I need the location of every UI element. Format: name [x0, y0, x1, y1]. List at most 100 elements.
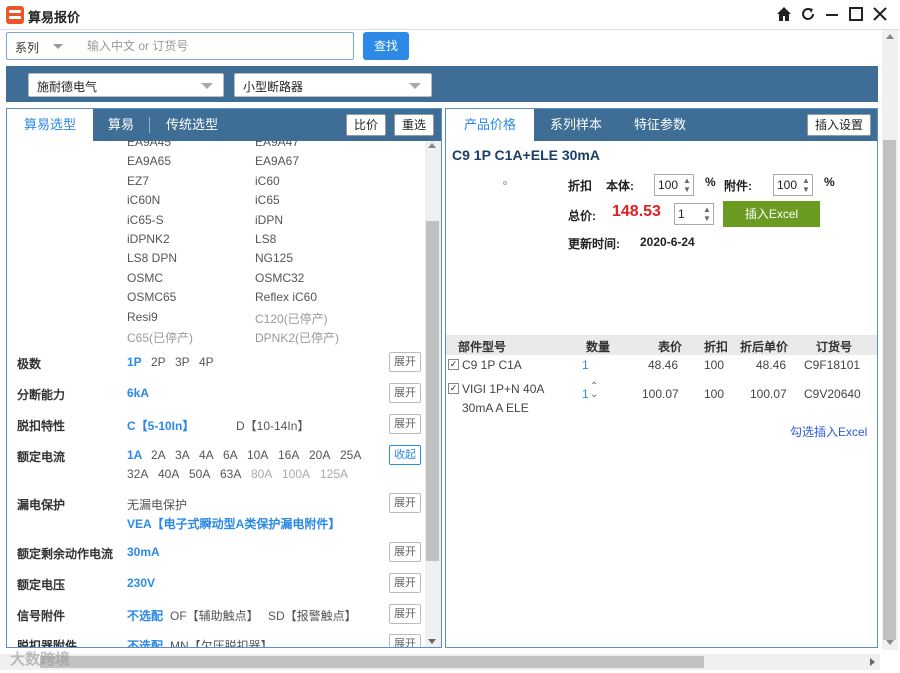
expand-button[interactable]: 展开	[389, 634, 421, 647]
filter-option[interactable]: 不选配	[127, 637, 163, 647]
model-option[interactable]: OSMC32	[255, 271, 304, 285]
filter-option[interactable]: 无漏电保护	[127, 496, 187, 513]
filter-option[interactable]: MN【欠压脱扣器】	[170, 637, 273, 647]
tab-feature-params[interactable]: 特征参数	[618, 109, 702, 141]
filter-option[interactable]: 40A	[158, 467, 179, 481]
expand-button[interactable]: 展开	[389, 573, 421, 593]
filter-option[interactable]: D【10-14In】	[236, 417, 309, 434]
scrollbar-thumb[interactable]	[40, 656, 704, 668]
model-option[interactable]: iC60	[255, 174, 280, 188]
tab-suanyi[interactable]: 算易	[93, 109, 149, 141]
stepper-icon[interactable]: ⌃ ⌄	[590, 382, 598, 400]
reset-button[interactable]: 重选	[394, 114, 434, 136]
model-option[interactable]: OSMC	[127, 271, 163, 285]
model-option[interactable]: EA9A67	[255, 154, 299, 168]
model-option[interactable]: LS8	[255, 232, 276, 246]
series-select[interactable]: 系列	[15, 39, 39, 56]
scroll-up-icon[interactable]	[428, 143, 436, 148]
filter-option[interactable]: 1P	[127, 355, 142, 369]
model-option[interactable]: EA9A65	[127, 154, 171, 168]
filter-option[interactable]: OF【辅助触点】	[170, 607, 259, 624]
model-option[interactable]: Reflex iC60	[255, 290, 317, 304]
home-icon[interactable]	[774, 6, 794, 26]
filter-option[interactable]: 63A	[220, 467, 241, 481]
quantity-stepper[interactable]: 1 ▲ ▼	[674, 203, 714, 225]
maximize-icon[interactable]	[846, 6, 866, 26]
scroll-down-icon[interactable]	[886, 640, 894, 645]
insert-excel-button[interactable]: 插入Excel	[723, 201, 820, 227]
chevron-down-icon[interactable]	[53, 44, 63, 49]
filter-option[interactable]: 3P	[175, 355, 190, 369]
tab-product-price[interactable]: 产品价格	[446, 109, 534, 141]
minimize-icon[interactable]	[822, 6, 842, 26]
row-checkbox[interactable]: ✓	[448, 359, 459, 370]
table-row[interactable]: ✓ VIGI 1P+N 40A 30mA A ELE 1 ⌃ ⌄ 100.07 1…	[446, 377, 877, 417]
expand-button[interactable]: 展开	[389, 493, 421, 513]
scroll-down-icon[interactable]	[428, 639, 436, 644]
model-option[interactable]: DPNK2(已停产)	[255, 329, 339, 345]
model-option[interactable]: NG125	[255, 251, 293, 265]
category-dropdown[interactable]: 小型断路器	[234, 73, 432, 97]
filter-option[interactable]: 4P	[199, 355, 214, 369]
filter-option[interactable]: 6A	[223, 448, 238, 462]
brand-dropdown[interactable]: 施耐德电气	[28, 73, 224, 97]
close-icon[interactable]	[870, 6, 890, 26]
filter-option[interactable]: 25A	[340, 448, 361, 462]
filter-option[interactable]: C【5-10In】	[127, 417, 194, 434]
filter-option[interactable]: 1A	[127, 448, 142, 462]
filter-option[interactable]: 不选配	[127, 607, 163, 624]
search-input[interactable]	[87, 36, 347, 56]
model-option[interactable]: LS8 DPN	[127, 251, 177, 265]
filter-option[interactable]: 30mA	[127, 545, 160, 559]
scrollbar-thumb[interactable]	[426, 221, 439, 561]
stepper-icon[interactable]: ▲ ▼	[702, 205, 712, 223]
filter-option[interactable]: 2P	[151, 355, 166, 369]
scrollbar-thumb[interactable]	[883, 140, 896, 640]
filter-option[interactable]: 10A	[247, 448, 268, 462]
model-option[interactable]: iC65-S	[127, 213, 164, 227]
filter-option[interactable]: 230V	[127, 576, 155, 590]
tab-traditional-select[interactable]: 传统选型	[150, 109, 234, 141]
tab-series-sample[interactable]: 系列样本	[534, 109, 618, 141]
filter-option[interactable]: 6kA	[127, 386, 149, 400]
filter-option[interactable]: 20A	[309, 448, 330, 462]
compare-button[interactable]: 比价	[346, 114, 386, 136]
model-option[interactable]: iC65	[255, 193, 280, 207]
model-option[interactable]: EA9A47	[255, 141, 299, 149]
filter-option[interactable]: 80A	[251, 467, 272, 481]
check-insert-excel-link[interactable]: 勾选插入Excel	[790, 423, 867, 440]
insert-settings-button[interactable]: 插入设置	[807, 114, 871, 136]
model-option[interactable]: EZ7	[127, 174, 149, 188]
expand-button[interactable]: 展开	[389, 414, 421, 434]
model-option[interactable]: iDPN	[255, 213, 283, 227]
stepper-icon[interactable]: ▲ ▼	[682, 176, 692, 194]
filter-option[interactable]: 2A	[151, 448, 166, 462]
filter-option[interactable]: SD【报警触点】	[268, 607, 357, 624]
expand-button[interactable]: 展开	[389, 604, 421, 624]
table-row[interactable]: ✓ C9 1P C1A 1 48.46 100 48.46 C9F18101	[446, 355, 877, 377]
expand-button[interactable]: 展开	[389, 383, 421, 403]
model-option[interactable]: C120(已停产)	[255, 310, 328, 327]
search-button[interactable]: 查找	[363, 32, 409, 60]
scroll-up-icon[interactable]	[886, 34, 894, 39]
scroll-right-icon[interactable]	[870, 658, 875, 666]
filter-option[interactable]: 125A	[320, 467, 348, 481]
expand-button[interactable]: 展开	[389, 542, 421, 562]
part-qty[interactable]: 1	[582, 358, 589, 372]
model-option[interactable]: iC60N	[127, 193, 160, 207]
filter-option[interactable]: 4A	[199, 448, 214, 462]
filter-option[interactable]: VEA【电子式瞬动型A类保护漏电附件】	[127, 515, 340, 532]
part-qty[interactable]: 1	[582, 387, 589, 401]
filter-option[interactable]: 16A	[278, 448, 299, 462]
filter-option[interactable]: 32A	[127, 467, 148, 481]
model-option[interactable]: iDPNK2	[127, 232, 170, 246]
filter-option[interactable]: 100A	[282, 467, 310, 481]
refresh-icon[interactable]	[798, 6, 818, 26]
model-option[interactable]: OSMC65	[127, 290, 176, 304]
stepper-icon[interactable]: ▲ ▼	[801, 176, 811, 194]
model-option[interactable]: Resi9	[127, 310, 158, 324]
expand-button[interactable]: 展开	[389, 352, 421, 372]
filter-option[interactable]: 50A	[189, 467, 210, 481]
row-checkbox[interactable]: ✓	[448, 383, 459, 394]
model-option[interactable]: EA9A45	[127, 141, 171, 149]
